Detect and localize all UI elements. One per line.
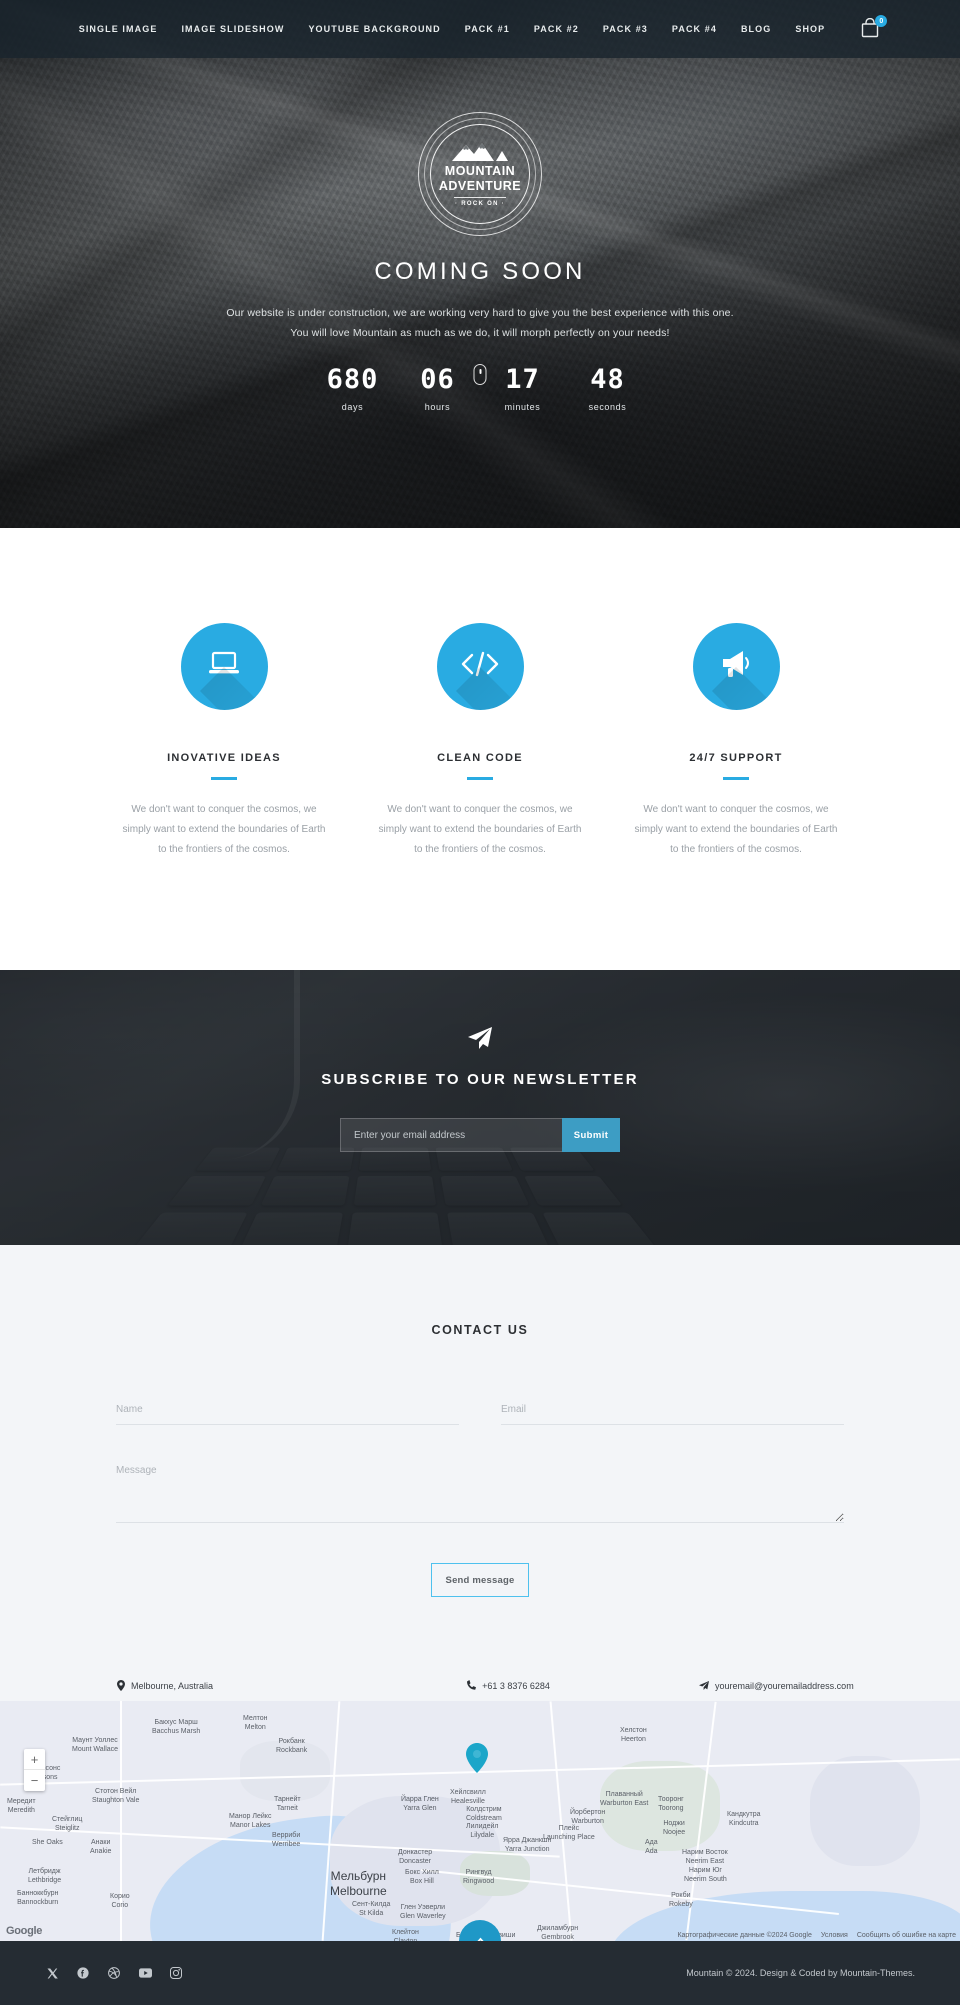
map-zoom-out-button[interactable]: − xyxy=(24,1770,45,1791)
contact-email-input[interactable] xyxy=(501,1400,844,1425)
code-brackets-icon xyxy=(460,650,500,683)
mouse-scroll-icon[interactable] xyxy=(473,364,487,385)
map-green-area xyxy=(240,1741,330,1801)
contact-title: CONTACT US xyxy=(431,1323,529,1337)
info-phone: +61 3 8376 6284 xyxy=(378,1680,639,1692)
contact-section: CONTACT US Send message xyxy=(0,1245,960,1671)
countdown-seconds: 48 seconds xyxy=(565,366,650,412)
youtube-icon[interactable] xyxy=(138,1966,152,1980)
feature-underline xyxy=(723,777,749,780)
feature-card: INOVATIVE IDEAS We don't want to conquer … xyxy=(96,623,352,860)
main-navigation: SINGLE IMAGE IMAGE SLIDESHOW YOUTUBE BACKG… xyxy=(0,0,960,58)
page-title: COMING SOON xyxy=(374,258,586,285)
paper-plane-icon xyxy=(699,1680,709,1692)
map-zoom-controls[interactable]: + − xyxy=(24,1749,45,1791)
newsletter-title: SUBSCRIBE TO OUR NEWSLETTER xyxy=(321,1071,639,1088)
paper-plane-icon xyxy=(0,1026,960,1055)
countdown-minutes-value: 17 xyxy=(505,363,540,395)
map-attribution: Картографические данные ©2024 Google xyxy=(677,1932,812,1939)
feature-underline xyxy=(467,777,493,780)
countdown-days: 680 days xyxy=(310,366,395,412)
newsletter-email-input[interactable] xyxy=(340,1118,562,1152)
map-terms-link[interactable]: Условия xyxy=(821,1932,848,1939)
nav-link-pack-2[interactable]: PACK #2 xyxy=(534,24,579,34)
info-location-text: Melbourne, Australia xyxy=(131,1681,214,1691)
logo-line-2: ADVENTURE xyxy=(438,178,522,193)
map-zoom-in-button[interactable]: + xyxy=(24,1749,45,1770)
hero-subtitle-line-2: You will love Mountain as much as we do,… xyxy=(290,326,670,339)
newsletter-section: SUBSCRIBE TO OUR NEWSLETTER Submit xyxy=(0,970,960,1245)
nav-link-pack-1[interactable]: PACK #1 xyxy=(465,24,510,34)
shopping-bag-icon[interactable]: 0 xyxy=(861,15,888,40)
logo-line-1: MOUNTAIN xyxy=(444,164,516,179)
site-logo[interactable]: MOUNTAIN ADVENTURE · ROCK ON · xyxy=(418,112,542,236)
dribbble-icon[interactable] xyxy=(107,1966,121,1980)
laptop-icon xyxy=(207,650,241,683)
google-logo: Google xyxy=(6,1925,43,1937)
instagram-icon[interactable] xyxy=(169,1966,183,1980)
countdown-hours-label: hours xyxy=(424,401,451,412)
logo-tagline: · ROCK ON · xyxy=(455,200,505,207)
hero-subtitle-line-1: Our website is under construction, we ar… xyxy=(226,307,734,319)
cart-count-badge: 0 xyxy=(875,15,888,27)
copyright-text: Mountain © 2024. Design & Coded by Mount… xyxy=(686,1968,915,1978)
logo-divider xyxy=(454,196,506,198)
feature-title: CLEAN CODE xyxy=(437,752,523,764)
feature-description: We don't want to conquer the cosmos, we … xyxy=(378,804,582,855)
feature-title: 24/7 SUPPORT xyxy=(689,752,783,764)
feature-icon-circle xyxy=(692,623,780,710)
nav-link-pack-4[interactable]: PACK #4 xyxy=(672,24,717,34)
feature-description: We don't want to conquer the cosmos, we … xyxy=(122,804,326,855)
phone-icon xyxy=(467,1680,477,1692)
feature-icon-circle xyxy=(436,623,524,710)
location-marker[interactable] xyxy=(466,1743,488,1778)
map-pin-icon xyxy=(117,1679,125,1693)
chevron-up-icon xyxy=(476,1937,484,1941)
social-links xyxy=(45,1966,183,1980)
countdown-days-value: 680 xyxy=(326,363,379,395)
features-section: INOVATIVE IDEAS We don't want to conquer … xyxy=(0,528,960,970)
info-email: youremail@youremailaddress.com xyxy=(639,1680,960,1692)
feature-description: We don't want to conquer the cosmos, we … xyxy=(634,804,838,855)
site-footer: Mountain © 2024. Design & Coded by Mount… xyxy=(0,1941,960,2005)
feature-card: 24/7 SUPPORT We don't want to conquer the… xyxy=(608,623,864,860)
nav-link-youtube-background[interactable]: YOUTUBE BACKGROUND xyxy=(308,24,440,34)
megaphone-icon xyxy=(719,649,753,684)
countdown-minutes-label: minutes xyxy=(504,401,541,412)
feature-title: INOVATIVE IDEAS xyxy=(167,752,281,764)
info-email-text: youremail@youremailaddress.com xyxy=(715,1681,854,1691)
contact-message-textarea[interactable] xyxy=(116,1461,844,1523)
feature-card: CLEAN CODE We don't want to conquer the c… xyxy=(352,623,608,860)
feature-underline xyxy=(211,777,237,780)
map-report-link[interactable]: Сообщить об ошибке на карте xyxy=(857,1932,956,1939)
info-phone-text: +61 3 8376 6284 xyxy=(482,1681,550,1691)
countdown-days-label: days xyxy=(341,401,364,412)
nav-link-single-image[interactable]: SINGLE IMAGE xyxy=(79,24,158,34)
nav-link-image-slideshow[interactable]: IMAGE SLIDESHOW xyxy=(181,24,284,34)
newsletter-submit-button[interactable]: Submit xyxy=(562,1118,620,1152)
countdown-seconds-label: seconds xyxy=(588,401,627,412)
hero-section: SINGLE IMAGE IMAGE SLIDESHOW YOUTUBE BACKG… xyxy=(0,0,960,528)
info-location: Melbourne, Australia xyxy=(0,1679,378,1693)
map-road xyxy=(120,1701,122,1941)
nav-link-blog[interactable]: BLOG xyxy=(741,24,771,34)
nav-link-pack-3[interactable]: PACK #3 xyxy=(603,24,648,34)
contact-name-input[interactable] xyxy=(116,1400,459,1425)
countdown-hours: 06 hours xyxy=(395,366,480,412)
google-map[interactable]: Мельбурн Melbourne Бакхус Марш Bacchus Mars… xyxy=(0,1701,960,1941)
feature-icon-circle xyxy=(180,623,268,710)
countdown-hours-value: 06 xyxy=(420,363,455,395)
contact-info-bar: Melbourne, Australia +61 3 8376 6284 you… xyxy=(0,1671,960,1701)
send-message-button[interactable]: Send message xyxy=(431,1563,529,1597)
countdown-minutes: 17 minutes xyxy=(480,366,565,412)
nav-link-shop[interactable]: SHOP xyxy=(795,24,825,34)
x-twitter-icon[interactable] xyxy=(45,1966,59,1980)
facebook-icon[interactable] xyxy=(76,1966,90,1980)
mountain-peaks-icon xyxy=(452,143,508,162)
map-urban-area-2 xyxy=(810,1756,920,1866)
countdown-seconds-value: 48 xyxy=(590,363,625,395)
